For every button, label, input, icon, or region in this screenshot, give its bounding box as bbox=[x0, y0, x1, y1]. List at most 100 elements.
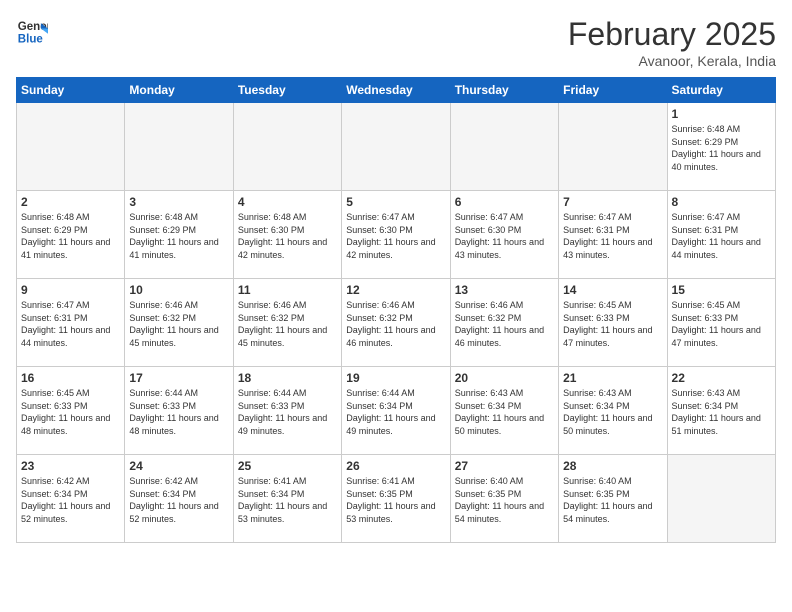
weekday-header: Monday bbox=[125, 78, 233, 103]
logo: General Blue bbox=[16, 16, 48, 48]
calendar-cell: 27Sunrise: 6:40 AM Sunset: 6:35 PM Dayli… bbox=[450, 455, 558, 543]
day-info: Sunrise: 6:46 AM Sunset: 6:32 PM Dayligh… bbox=[455, 299, 554, 349]
day-info: Sunrise: 6:44 AM Sunset: 6:34 PM Dayligh… bbox=[346, 387, 445, 437]
calendar-cell: 16 Sunrise: 6:45 AM Sunset: 6:33 PM Dayli… bbox=[17, 367, 125, 455]
calendar-cell bbox=[559, 103, 667, 191]
day-info: Sunrise: 6:43 AM Sunset: 6:34 PM Dayligh… bbox=[563, 387, 662, 437]
calendar-cell: 23 Sunrise: 6:42 AM Sunset: 6:34 PM Dayli… bbox=[17, 455, 125, 543]
day-number: 24 bbox=[129, 459, 228, 473]
day-number: 5 bbox=[346, 195, 445, 209]
calendar-cell bbox=[17, 103, 125, 191]
day-number: 1 bbox=[672, 107, 771, 121]
calendar-cell bbox=[450, 103, 558, 191]
title-block: February 2025 Avanoor, Kerala, India bbox=[568, 16, 776, 69]
svg-text:Blue: Blue bbox=[18, 34, 44, 46]
day-number: 4 bbox=[238, 195, 337, 209]
calendar-cell: 22 Sunrise: 6:43 AM Sunset: 6:34 PM Dayli… bbox=[667, 367, 775, 455]
calendar-cell: 17 Sunrise: 6:44 AM Sunset: 6:33 PM Dayli… bbox=[125, 367, 233, 455]
day-info: Sunrise: 6:45 AM Sunset: 6:33 PM Dayligh… bbox=[563, 299, 662, 349]
weekday-header: Sunday bbox=[17, 78, 125, 103]
calendar-cell: 8 Sunrise: 6:47 AM Sunset: 6:31 PM Daylig… bbox=[667, 191, 775, 279]
day-number: 25 bbox=[238, 459, 337, 473]
calendar-cell: 2 Sunrise: 6:48 AM Sunset: 6:29 PM Daylig… bbox=[17, 191, 125, 279]
day-info: Sunrise: 6:47 AM Sunset: 6:30 PM Dayligh… bbox=[455, 211, 554, 261]
day-info: Sunrise: 6:46 AM Sunset: 6:32 PM Dayligh… bbox=[346, 299, 445, 349]
day-number: 2 bbox=[21, 195, 120, 209]
calendar-cell: 5 Sunrise: 6:47 AM Sunset: 6:30 PM Daylig… bbox=[342, 191, 450, 279]
day-info: Sunrise: 6:40 AM Sunset: 6:35 PM Dayligh… bbox=[563, 475, 662, 525]
day-number: 6 bbox=[455, 195, 554, 209]
day-info: Sunrise: 6:48 AM Sunset: 6:29 PM Dayligh… bbox=[21, 211, 120, 261]
calendar-cell: 14 Sunrise: 6:45 AM Sunset: 6:33 PM Dayli… bbox=[559, 279, 667, 367]
day-number: 3 bbox=[129, 195, 228, 209]
day-info: Sunrise: 6:41 AM Sunset: 6:34 PM Dayligh… bbox=[238, 475, 337, 525]
month-title: February 2025 bbox=[568, 16, 776, 53]
day-number: 15 bbox=[672, 283, 771, 297]
day-info: Sunrise: 6:42 AM Sunset: 6:34 PM Dayligh… bbox=[129, 475, 228, 525]
day-number: 18 bbox=[238, 371, 337, 385]
calendar-cell: 10 Sunrise: 6:46 AM Sunset: 6:32 PM Dayli… bbox=[125, 279, 233, 367]
calendar-cell bbox=[125, 103, 233, 191]
day-number: 21 bbox=[563, 371, 662, 385]
day-number: 20 bbox=[455, 371, 554, 385]
calendar-cell bbox=[667, 455, 775, 543]
day-info: Sunrise: 6:48 AM Sunset: 6:29 PM Dayligh… bbox=[129, 211, 228, 261]
calendar-cell: 15 Sunrise: 6:45 AM Sunset: 6:33 PM Dayli… bbox=[667, 279, 775, 367]
calendar-week-row: 9 Sunrise: 6:47 AM Sunset: 6:31 PM Daylig… bbox=[17, 279, 776, 367]
day-info: Sunrise: 6:46 AM Sunset: 6:32 PM Dayligh… bbox=[238, 299, 337, 349]
calendar-cell bbox=[342, 103, 450, 191]
day-number: 16 bbox=[21, 371, 120, 385]
day-info: Sunrise: 6:47 AM Sunset: 6:31 PM Dayligh… bbox=[21, 299, 120, 349]
calendar-cell: 25 Sunrise: 6:41 AM Sunset: 6:34 PM Dayli… bbox=[233, 455, 341, 543]
calendar-cell: 1 Sunrise: 6:48 AM Sunset: 6:29 PM Daylig… bbox=[667, 103, 775, 191]
calendar-week-row: 2 Sunrise: 6:48 AM Sunset: 6:29 PM Daylig… bbox=[17, 191, 776, 279]
calendar-week-row: 1 Sunrise: 6:48 AM Sunset: 6:29 PM Daylig… bbox=[17, 103, 776, 191]
calendar-cell: 20 Sunrise: 6:43 AM Sunset: 6:34 PM Dayli… bbox=[450, 367, 558, 455]
day-number: 9 bbox=[21, 283, 120, 297]
calendar-table: SundayMondayTuesdayWednesdayThursdayFrid… bbox=[16, 77, 776, 543]
day-number: 17 bbox=[129, 371, 228, 385]
day-info: Sunrise: 6:47 AM Sunset: 6:31 PM Dayligh… bbox=[672, 211, 771, 261]
calendar-cell: 28 Sunrise: 6:40 AM Sunset: 6:35 PM Dayli… bbox=[559, 455, 667, 543]
calendar-cell: 26 Sunrise: 6:41 AM Sunset: 6:35 PM Dayli… bbox=[342, 455, 450, 543]
calendar-cell: 11 Sunrise: 6:46 AM Sunset: 6:32 PM Dayli… bbox=[233, 279, 341, 367]
day-info: Sunrise: 6:42 AM Sunset: 6:34 PM Dayligh… bbox=[21, 475, 120, 525]
weekday-header: Thursday bbox=[450, 78, 558, 103]
day-info: Sunrise: 6:47 AM Sunset: 6:31 PM Dayligh… bbox=[563, 211, 662, 261]
day-number: 28 bbox=[563, 459, 662, 473]
calendar-week-row: 23 Sunrise: 6:42 AM Sunset: 6:34 PM Dayli… bbox=[17, 455, 776, 543]
calendar-cell: 12Sunrise: 6:46 AM Sunset: 6:32 PM Dayli… bbox=[342, 279, 450, 367]
weekday-header: Friday bbox=[559, 78, 667, 103]
weekday-header: Wednesday bbox=[342, 78, 450, 103]
day-info: Sunrise: 6:43 AM Sunset: 6:34 PM Dayligh… bbox=[455, 387, 554, 437]
calendar-cell: 13 Sunrise: 6:46 AM Sunset: 6:32 PM Dayli… bbox=[450, 279, 558, 367]
day-info: Sunrise: 6:45 AM Sunset: 6:33 PM Dayligh… bbox=[21, 387, 120, 437]
day-info: Sunrise: 6:46 AM Sunset: 6:32 PM Dayligh… bbox=[129, 299, 228, 349]
page-header: General Blue February 2025 Avanoor, Kera… bbox=[16, 16, 776, 69]
calendar-cell: 18Sunrise: 6:44 AM Sunset: 6:33 PM Dayli… bbox=[233, 367, 341, 455]
day-info: Sunrise: 6:48 AM Sunset: 6:30 PM Dayligh… bbox=[238, 211, 337, 261]
location-subtitle: Avanoor, Kerala, India bbox=[568, 53, 776, 69]
day-number: 23 bbox=[21, 459, 120, 473]
day-number: 27 bbox=[455, 459, 554, 473]
day-number: 11 bbox=[238, 283, 337, 297]
weekday-header: Saturday bbox=[667, 78, 775, 103]
day-number: 8 bbox=[672, 195, 771, 209]
day-number: 19 bbox=[346, 371, 445, 385]
day-number: 22 bbox=[672, 371, 771, 385]
day-number: 13 bbox=[455, 283, 554, 297]
calendar-cell: 3 Sunrise: 6:48 AM Sunset: 6:29 PM Daylig… bbox=[125, 191, 233, 279]
day-info: Sunrise: 6:44 AM Sunset: 6:33 PM Dayligh… bbox=[129, 387, 228, 437]
day-info: Sunrise: 6:47 AM Sunset: 6:30 PM Dayligh… bbox=[346, 211, 445, 261]
calendar-cell: 9 Sunrise: 6:47 AM Sunset: 6:31 PM Daylig… bbox=[17, 279, 125, 367]
calendar-cell: 21 Sunrise: 6:43 AM Sunset: 6:34 PM Dayli… bbox=[559, 367, 667, 455]
calendar-cell bbox=[233, 103, 341, 191]
day-info: Sunrise: 6:45 AM Sunset: 6:33 PM Dayligh… bbox=[672, 299, 771, 349]
day-info: Sunrise: 6:48 AM Sunset: 6:29 PM Dayligh… bbox=[672, 123, 771, 173]
day-info: Sunrise: 6:43 AM Sunset: 6:34 PM Dayligh… bbox=[672, 387, 771, 437]
day-number: 14 bbox=[563, 283, 662, 297]
calendar-cell: 6 Sunrise: 6:47 AM Sunset: 6:30 PM Daylig… bbox=[450, 191, 558, 279]
day-number: 10 bbox=[129, 283, 228, 297]
day-info: Sunrise: 6:41 AM Sunset: 6:35 PM Dayligh… bbox=[346, 475, 445, 525]
day-number: 26 bbox=[346, 459, 445, 473]
